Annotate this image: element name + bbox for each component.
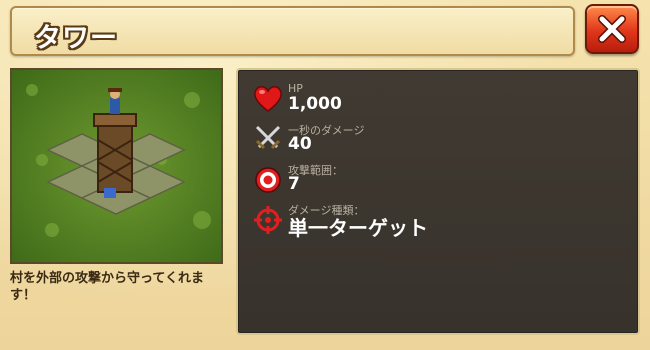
- close-icon: [598, 15, 626, 43]
- stat-hp: HP 1,000: [252, 82, 552, 116]
- tower-preview-image: [10, 68, 223, 264]
- close-button[interactable]: [585, 4, 639, 54]
- title-bar: タワー: [10, 6, 575, 56]
- stat-dps: 一秒のダメージ 40: [252, 122, 552, 156]
- target-icon: [255, 167, 281, 193]
- stat-damage-type: ダメージ種類： 単一ターゲット: [252, 202, 592, 240]
- heart-icon: [254, 86, 282, 112]
- stat-dps-value: 40: [288, 134, 312, 154]
- stat-hp-value: 1,000: [288, 94, 342, 114]
- stat-damage-type-value: 単一ターゲット: [288, 216, 428, 240]
- stats-panel: HP 1,000 一秒のダメージ 40 攻撃範囲： 7 ダメージ種類： 単一ター…: [236, 68, 640, 335]
- crossed-swords-icon: [255, 125, 281, 150]
- crosshair-icon: [254, 206, 282, 234]
- tower-description: 村を外部の攻撃から守ってくれます！: [10, 271, 204, 303]
- dialog-title: タワー: [34, 23, 118, 54]
- stat-range-value: 7: [288, 174, 300, 194]
- stat-range: 攻撃範囲： 7: [252, 162, 552, 196]
